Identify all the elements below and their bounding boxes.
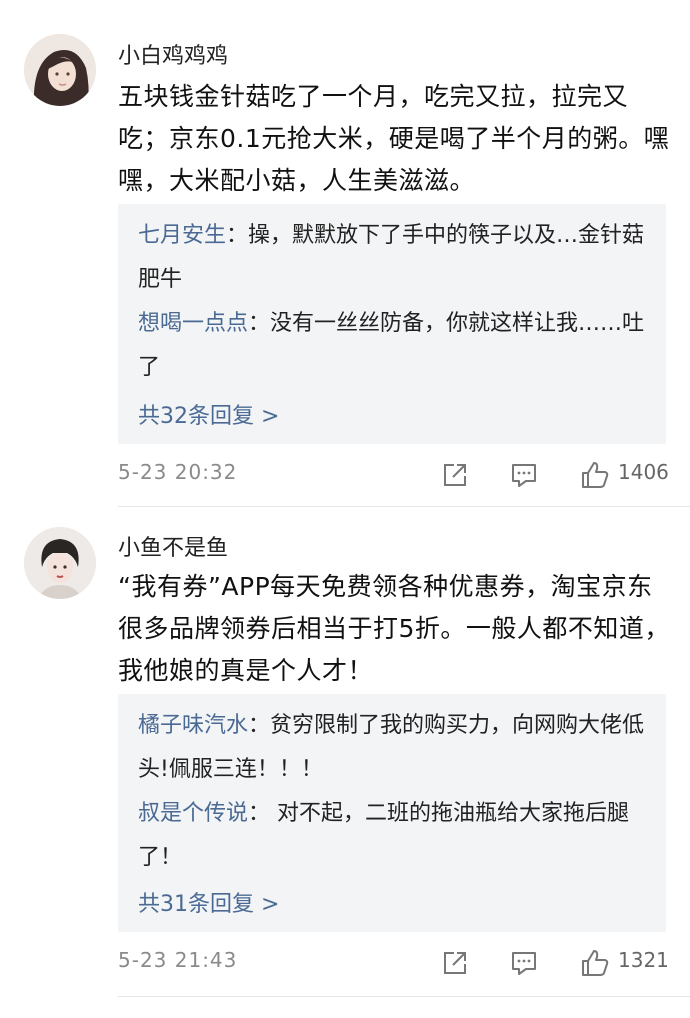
username[interactable]: 小白鸡鸡鸡 bbox=[118, 38, 228, 70]
divider bbox=[118, 996, 690, 997]
reply-item[interactable]: 想喝一点点：没有一丝丝防备，你就这样让我……吐了 bbox=[138, 302, 653, 390]
reply-author[interactable]: 叔是个传说 bbox=[138, 801, 248, 826]
reply-author[interactable]: 七月安生 bbox=[138, 223, 226, 248]
view-all-replies-link[interactable]: 共32条回复 > bbox=[138, 398, 279, 430]
reply-item[interactable]: 七月安生：操，默默放下了手中的筷子以及…金针菇肥牛 bbox=[138, 214, 653, 302]
reply-box[interactable]: 橘子味汽水：贫穷限制了我的购买力，向网购大佬低头!佩服三连！！！ 叔是个传说： … bbox=[118, 694, 666, 932]
comment-meta: 5-23 21:43 1321 bbox=[118, 948, 674, 982]
share-icon[interactable] bbox=[442, 950, 468, 976]
comment-meta: 5-23 20:32 1406 bbox=[118, 460, 674, 494]
reply-comment-icon[interactable] bbox=[510, 462, 538, 488]
comment-text: 五块钱金针菇吃了一个月，吃完又拉，拉完又吃；京东0.1元抢大米，硬是喝了半个月的… bbox=[118, 82, 670, 195]
reply-box[interactable]: 七月安生：操，默默放下了手中的筷子以及…金针菇肥牛 想喝一点点：没有一丝丝防备，… bbox=[118, 204, 666, 444]
avatar[interactable] bbox=[24, 527, 96, 599]
view-all-replies-link[interactable]: 共31条回复 > bbox=[138, 886, 279, 918]
like-count: 1321 bbox=[618, 948, 669, 972]
like-count: 1406 bbox=[618, 460, 669, 484]
divider bbox=[118, 506, 690, 507]
username[interactable]: 小鱼不是鱼 bbox=[118, 530, 228, 562]
like-icon[interactable] bbox=[580, 460, 610, 490]
reply-item[interactable]: 叔是个传说： 对不起，二班的拖油瓶给大家拖后腿了！ bbox=[138, 792, 653, 880]
avatar[interactable] bbox=[24, 34, 96, 106]
reply-author[interactable]: 想喝一点点 bbox=[138, 311, 248, 336]
reply-author[interactable]: 橘子味汽水 bbox=[138, 713, 248, 738]
reply-comment-icon[interactable] bbox=[510, 950, 538, 976]
comment-text: “我有券”APP每天免费领各种优惠券，淘宝京东很多品牌领券后相当于打5折。一般人… bbox=[118, 572, 670, 685]
share-icon[interactable] bbox=[442, 462, 468, 488]
reply-item[interactable]: 橘子味汽水：贫穷限制了我的购买力，向网购大佬低头!佩服三连！！！ bbox=[138, 704, 653, 792]
comment-date: 5-23 21:43 bbox=[118, 948, 238, 972]
like-icon[interactable] bbox=[580, 948, 610, 978]
comment-date: 5-23 20:32 bbox=[118, 460, 238, 484]
